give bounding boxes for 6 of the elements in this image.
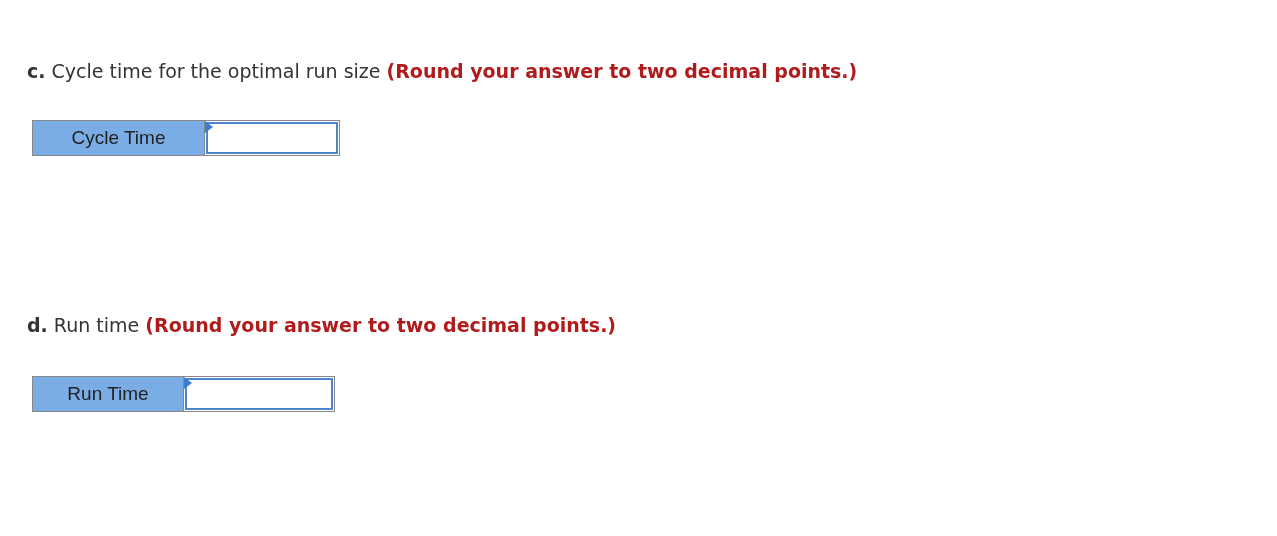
answer-field[interactable] bbox=[185, 378, 333, 410]
field-label: Cycle Time bbox=[33, 121, 205, 155]
field-label: Run Time bbox=[33, 377, 184, 411]
question-text: d. Run time (Round your answer to two decimal points.) bbox=[27, 313, 618, 338]
answer-field[interactable] bbox=[206, 122, 338, 154]
question-text: c. Cycle time for the optimal run size (Round your answer to two decimal points.) bbox=[27, 59, 859, 84]
